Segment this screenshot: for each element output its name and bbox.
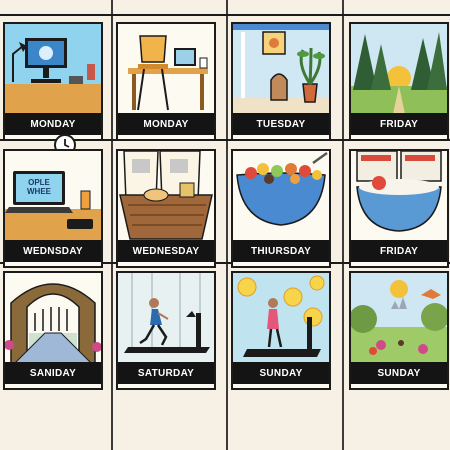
day-label: SUNDAY — [351, 362, 447, 384]
day-label: WEDNSDAY — [5, 240, 101, 262]
day-label: THIURSDAY — [233, 240, 329, 262]
card-wednesday-laptop: OPLE WHEE WEDNSDAY — [3, 149, 103, 268]
card-monday-chair: MONDAY — [116, 22, 216, 141]
card-wednesday-basket: WEDNESDAY — [116, 149, 216, 268]
card-saturday-treadmill: SATURDAY — [116, 271, 216, 390]
card-monday-desk: MONDAY — [3, 22, 103, 141]
day-label: SANIDAY — [5, 362, 101, 384]
card-tuesday-room: TUESDAY — [231, 22, 331, 141]
day-label: SATURDAY — [118, 362, 214, 384]
calendar-sheet: MONDAY MONDAY TUESDAY FRIDAY OPLE WHEE W… — [0, 0, 450, 450]
day-label: FRIDAY — [351, 240, 447, 262]
top-rule — [0, 14, 450, 16]
laptop-screen-text: OPLE WHEE — [27, 178, 51, 196]
day-label: MONDAY — [118, 113, 214, 135]
card-thursday-bowl: THIURSDAY — [231, 149, 331, 268]
divider-3 — [342, 0, 344, 450]
card-saniday-path: SANIDAY — [3, 271, 103, 390]
divider-1 — [111, 0, 113, 450]
day-label: WEDNESDAY — [118, 240, 214, 262]
day-label: SUNDAY — [233, 362, 329, 384]
card-sunday-treadmill: SUNDAY — [231, 271, 331, 390]
divider-2 — [226, 0, 228, 450]
day-label: TUESDAY — [233, 113, 329, 135]
card-sunday-park: SUNDAY — [349, 271, 449, 390]
card-friday-forest: FRIDAY — [349, 22, 449, 141]
day-label: MONDAY — [5, 113, 101, 135]
card-friday-rice: FRIDAY — [349, 149, 449, 268]
day-label: FRIDAY — [351, 113, 447, 135]
